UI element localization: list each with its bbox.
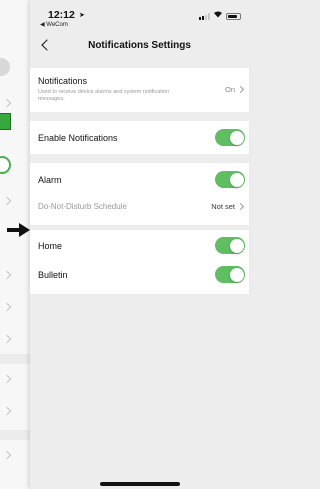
location-arrow-icon: ➤ — [79, 12, 85, 19]
notifications-settings-sheet: 12:12 ➤ ◀ WeCom Notifications Settings N… — [30, 0, 249, 489]
background-avatar — [0, 58, 10, 76]
dnd-schedule-row[interactable]: Do-Not-Disturb Schedule Not set — [30, 196, 249, 225]
background-chevron-icon — [2, 406, 12, 416]
background-page-strip — [0, 0, 30, 489]
background-divider — [0, 354, 30, 364]
background-chevron-icon — [2, 450, 12, 460]
alarm-row: Alarm — [30, 163, 249, 196]
enable-notifications-toggle[interactable] — [215, 129, 245, 146]
navigation-bar: Notifications Settings — [30, 30, 249, 62]
enable-notifications-label: Enable Notifications — [38, 133, 118, 143]
background-green-indicator — [0, 113, 11, 130]
background-chevron-icon — [2, 374, 12, 384]
background-chevron-icon — [2, 196, 12, 206]
home-row: Home — [30, 230, 249, 262]
background-chevron-icon — [2, 270, 12, 280]
background-green-ring-icon — [0, 156, 11, 174]
pointer-arrow-icon — [7, 223, 30, 237]
bulletin-label: Bulletin — [38, 270, 68, 280]
notifications-description: Used to receive device alarms and system… — [38, 89, 170, 102]
chevron-right-icon — [236, 85, 245, 94]
status-icons — [199, 10, 241, 20]
home-label: Home — [38, 241, 63, 251]
notifications-row[interactable]: Notifications Used to receive device ala… — [30, 68, 249, 112]
wifi-icon — [213, 10, 223, 20]
notifications-value: On — [224, 85, 235, 94]
background-divider — [0, 430, 30, 440]
category-group: Home Bulletin — [30, 230, 249, 294]
notifications-group: Notifications Used to receive device ala… — [30, 68, 249, 112]
page-title: Notifications Settings — [88, 40, 191, 51]
status-bar: 12:12 ➤ ◀ WeCom — [30, 0, 249, 28]
notifications-label: Notifications — [38, 76, 88, 86]
dnd-schedule-label: Do-Not-Disturb Schedule — [38, 202, 127, 211]
dnd-schedule-value: Not set — [211, 202, 235, 211]
bulletin-toggle[interactable] — [215, 266, 245, 283]
bulletin-row: Bulletin — [30, 262, 249, 294]
background-chevron-icon — [2, 98, 12, 108]
alarm-label: Alarm — [38, 175, 62, 185]
back-to-app-link[interactable]: ◀ WeCom — [40, 21, 68, 28]
enable-notifications-row: Enable Notifications — [30, 121, 249, 154]
home-toggle[interactable] — [215, 237, 245, 254]
background-chevron-icon — [2, 334, 12, 344]
background-chevron-icon — [2, 302, 12, 312]
battery-icon — [226, 13, 241, 20]
chevron-right-icon — [236, 202, 245, 211]
alarm-group: Alarm Do-Not-Disturb Schedule Not set — [30, 163, 249, 225]
home-indicator — [100, 482, 180, 486]
cellular-signal-icon — [199, 13, 210, 20]
alarm-toggle[interactable] — [215, 171, 245, 188]
enable-notifications-group: Enable Notifications — [30, 121, 249, 154]
status-time: 12:12 — [48, 9, 75, 21]
